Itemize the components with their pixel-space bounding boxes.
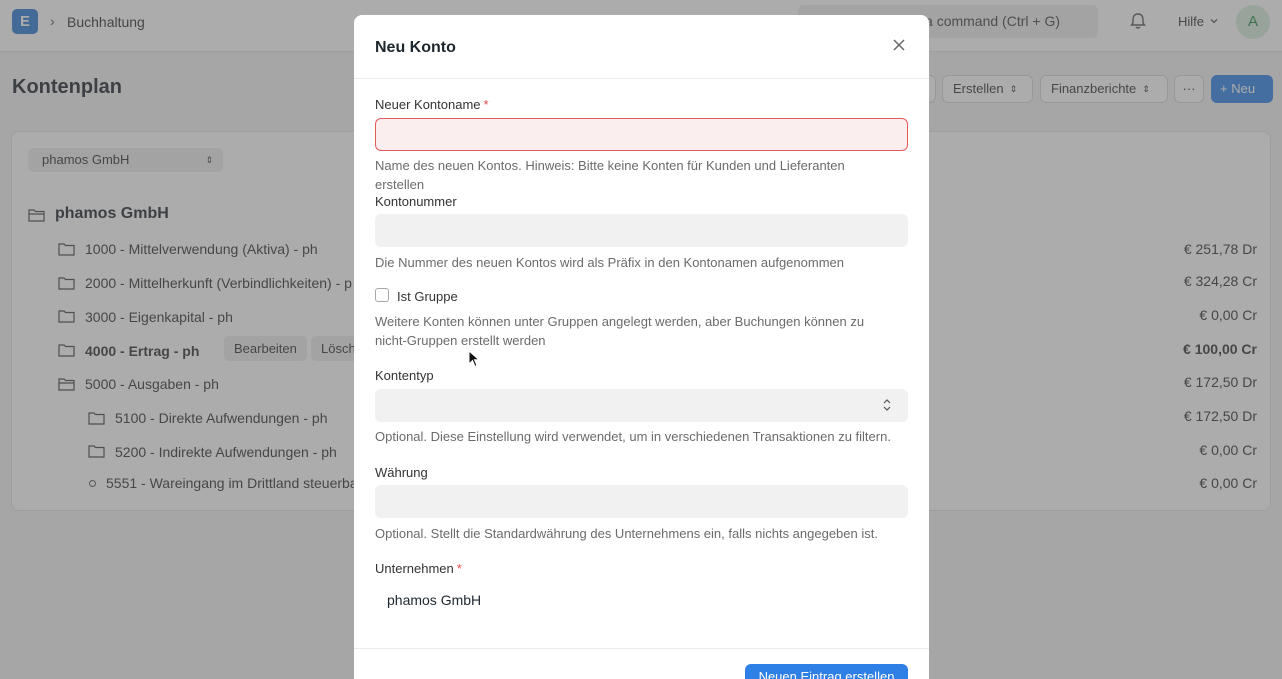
create-entry-button[interactable]: Neuen Eintrag erstellen — [745, 664, 908, 679]
account-name-label-text: Neuer Kontoname — [375, 97, 481, 112]
dialog-title: Neu Konto — [375, 39, 456, 56]
account-name-help: Name des neuen Kontos. Hinweis: Bitte ke… — [375, 158, 845, 192]
company-label-text: Unternehmen — [375, 561, 454, 576]
account-number-help: Die Nummer des neuen Kontos wird als Prä… — [375, 255, 844, 270]
account-number-input[interactable] — [375, 214, 908, 247]
mouse-cursor-icon — [468, 350, 480, 368]
account-type-help: Optional. Diese Einstellung wird verwend… — [375, 429, 891, 444]
dialog-header: Neu Konto — [354, 15, 929, 79]
currency-input[interactable] — [375, 485, 908, 518]
account-name-input[interactable] — [375, 118, 908, 151]
company-value: phamos GmbH — [387, 592, 482, 608]
account-number-label: Kontonummer — [375, 194, 457, 209]
currency-help: Optional. Stellt die Standardwährung des… — [375, 526, 878, 541]
account-type-label: Kontentyp — [375, 368, 434, 383]
select-arrows-icon — [883, 399, 891, 411]
company-label: Unternehmen * — [375, 561, 462, 576]
is-group-label[interactable]: Ist Gruppe — [397, 289, 458, 304]
close-icon[interactable] — [892, 38, 906, 52]
account-name-label: Neuer Kontoname * — [375, 97, 489, 112]
new-account-dialog: Neu Konto Neuer Kontoname * Name des neue… — [354, 15, 929, 679]
required-mark: * — [456, 561, 462, 576]
currency-label: Währung — [375, 465, 428, 480]
required-mark: * — [483, 97, 489, 112]
is-group-checkbox[interactable] — [375, 288, 389, 302]
is-group-help: Weitere Konten können unter Gruppen ange… — [375, 314, 865, 348]
account-type-select[interactable] — [375, 389, 908, 422]
